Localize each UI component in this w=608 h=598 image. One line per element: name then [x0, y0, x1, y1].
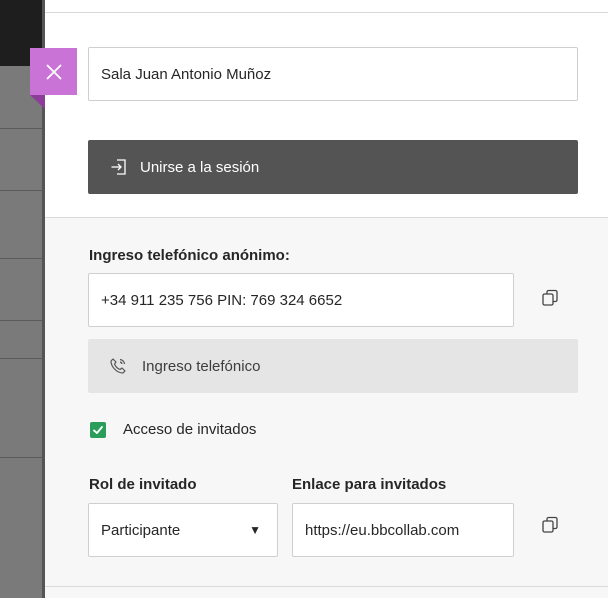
background-row-divider: [0, 128, 45, 129]
section-divider: [45, 586, 608, 587]
phone-number-value: +34 911 235 756 PIN: 769 324 6652: [101, 291, 343, 309]
copy-phone-button[interactable]: [541, 289, 559, 307]
guest-access-label: Acceso de invitados: [123, 421, 257, 438]
room-name-value: Sala Juan Antonio Muñoz: [101, 65, 272, 83]
phone-icon: [110, 358, 126, 374]
phone-heading: Ingreso telefónico anónimo:: [89, 247, 290, 264]
guest-role-select[interactable]: Participante ▼: [88, 503, 278, 557]
background-row-divider: [0, 320, 45, 321]
close-icon: [45, 63, 62, 80]
guest-role-heading: Rol de invitado: [89, 476, 197, 493]
phone-number-field[interactable]: +34 911 235 756 PIN: 769 324 6652: [88, 273, 514, 327]
background-row-divider: [0, 457, 45, 458]
guest-access-row: Acceso de invitados: [90, 421, 256, 438]
phone-join-label: Ingreso telefónico: [142, 357, 261, 375]
sign-in-icon: [111, 159, 126, 175]
background-row-divider: [0, 190, 45, 191]
copy-guest-link-button[interactable]: [541, 516, 559, 534]
background-row-divider: [0, 258, 45, 259]
phone-join-button[interactable]: Ingreso telefónico: [88, 339, 578, 393]
background-row-divider: [0, 358, 45, 359]
join-session-label: Unirse a la sesión: [140, 158, 260, 176]
guest-access-checkbox[interactable]: [90, 421, 106, 438]
guest-link-value: https://eu.bbcollab.com: [305, 521, 460, 539]
copy-icon: [542, 516, 558, 533]
room-name-field[interactable]: Sala Juan Antonio Muñoz: [88, 47, 578, 101]
guest-link-heading: Enlace para invitados: [292, 476, 447, 493]
join-session-button[interactable]: Unirse a la sesión: [88, 140, 578, 194]
guest-role-value: Participante: [101, 521, 181, 539]
guest-link-field[interactable]: https://eu.bbcollab.com: [292, 503, 514, 557]
caret-down-icon: ▼: [249, 523, 261, 537]
checkmark-icon: [93, 425, 103, 434]
close-button[interactable]: [30, 48, 77, 95]
copy-icon: [542, 289, 558, 306]
close-button-tail: [30, 95, 45, 109]
